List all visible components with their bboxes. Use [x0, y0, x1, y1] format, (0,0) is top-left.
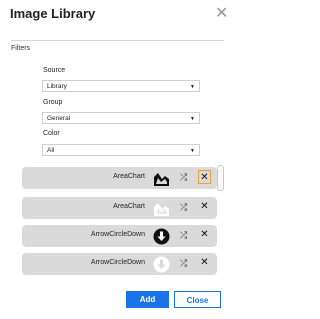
image-name: ArrowCircleDown	[90, 259, 145, 266]
close-icon[interactable]: ✕	[215, 4, 228, 24]
scrollbar-thumb[interactable]	[217, 165, 224, 191]
filters-label: Filters	[11, 45, 31, 52]
source-select[interactable]: Library ▼	[42, 80, 200, 92]
group-select[interactable]: General ▼	[42, 112, 200, 124]
image-name: ArrowCircleDown	[90, 231, 145, 238]
image-row[interactable]: ArrowCircleDown ⤮ ✕	[22, 225, 217, 247]
shuffle-icon[interactable]: ⤮	[180, 202, 187, 213]
area-chart-icon	[154, 203, 169, 216]
chevron-down-icon: ▼	[190, 148, 195, 154]
remove-icon[interactable]: ✕	[198, 170, 211, 184]
image-row[interactable]: AreaChart ⤮ ✕	[22, 167, 217, 189]
group-select-value: General	[47, 115, 71, 122]
shuffle-icon[interactable]: ⤮	[180, 258, 187, 269]
add-button[interactable]: Add	[126, 291, 169, 308]
close-button[interactable]: Close	[174, 291, 221, 308]
color-select[interactable]: All ▼	[42, 144, 200, 156]
arrow-circle-down-icon	[153, 256, 170, 273]
source-select-value: Library	[47, 83, 67, 90]
remove-icon[interactable]: ✕	[198, 200, 211, 214]
dialog-title: Image Library	[10, 6, 96, 21]
source-label: Source	[43, 67, 66, 74]
group-label: Group	[43, 99, 63, 106]
image-row[interactable]: ArrowCircleDown ⤮ ✕	[22, 253, 217, 275]
chevron-down-icon: ▼	[190, 84, 195, 90]
shuffle-icon[interactable]: ⤮	[180, 172, 187, 183]
arrow-circle-down-icon	[153, 228, 170, 245]
image-name: AreaChart	[113, 203, 145, 210]
remove-icon[interactable]: ✕	[198, 256, 211, 270]
chevron-down-icon: ▼	[190, 116, 195, 122]
color-select-value: All	[47, 147, 55, 154]
image-row[interactable]: AreaChart ⤮ ✕	[22, 197, 217, 219]
image-name: AreaChart	[113, 173, 145, 180]
area-chart-icon	[154, 173, 169, 186]
remove-icon[interactable]: ✕	[198, 228, 211, 242]
color-label: Color	[43, 130, 60, 137]
shuffle-icon[interactable]: ⤮	[180, 230, 187, 241]
